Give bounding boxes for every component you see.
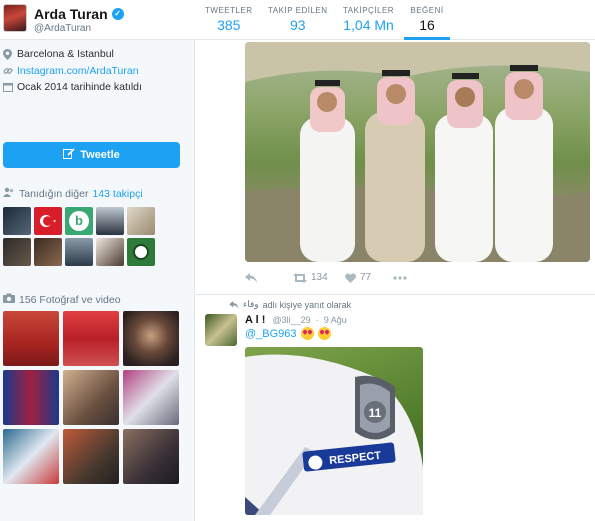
tweet-actions: 134 77	[245, 272, 407, 283]
stat-likes-label: BEĞENİ	[410, 6, 444, 15]
calendar-icon	[3, 82, 13, 92]
tweet-photo[interactable]	[245, 42, 590, 262]
follower-avatar[interactable]	[34, 238, 62, 266]
profile-name-text: Arda Turan	[34, 6, 108, 22]
patch-number: 11	[369, 406, 382, 420]
reply-icon	[245, 272, 257, 283]
followers-prefix-text: Tanıdığın diğer	[19, 187, 89, 200]
profile-name[interactable]: Arda Turan ✓	[34, 6, 124, 22]
profile-avatar[interactable]	[3, 4, 27, 32]
tweet-divider	[195, 294, 595, 295]
follower-avatar[interactable]	[65, 238, 93, 266]
stat-following-label: TAKİP EDİLEN	[268, 6, 328, 15]
stat-followers-label: TAKİPÇİLER	[343, 6, 395, 15]
bio-website-link[interactable]: Instagram.com/ArdaTuran	[17, 65, 139, 77]
profile-sidebar: Barcelona & Istanbul Instagram.com/ArdaT…	[0, 40, 193, 521]
follower-avatar[interactable]: b	[65, 207, 93, 235]
camera-icon	[3, 293, 15, 306]
link-icon	[3, 66, 13, 76]
tweet-button-label: Tweetle	[80, 149, 120, 161]
media-thumbnail[interactable]	[3, 370, 59, 425]
media-thumbnail[interactable]	[3, 311, 59, 366]
retweet-button[interactable]: 134	[293, 272, 345, 283]
retweet-icon	[293, 272, 307, 283]
follower-avatar[interactable]	[96, 238, 124, 266]
jersey-patch-illustration: 11 RESPECT	[245, 354, 423, 515]
like-count: 77	[360, 272, 372, 283]
follower-avatar[interactable]	[3, 207, 31, 235]
stat-following-value: 93	[289, 17, 306, 33]
verified-badge-icon: ✓	[111, 8, 124, 20]
reply-context-user[interactable]: وفاء	[243, 299, 259, 310]
media-thumbnail-grid	[3, 311, 183, 484]
tweet-author-header: A l ! @3li__29 · 9 Ağu	[245, 314, 347, 326]
followers-you-know-header[interactable]: Tanıdığın diğer 143 takipçi	[3, 187, 143, 200]
stat-tweets-label: TWEETLER	[205, 6, 253, 15]
reply-context-text: adlı kişiye yanıt olarak	[262, 299, 352, 310]
bio-joined-text: Ocak 2014 tarihinde katıldı	[17, 81, 142, 93]
heart-eyes-emoji-icon	[317, 327, 331, 340]
followers-count-link[interactable]: 143 takipçi	[92, 188, 142, 200]
heart-eyes-emoji-icon	[300, 327, 314, 340]
retweet-count: 134	[311, 272, 328, 283]
more-options-button[interactable]	[393, 275, 407, 280]
tweet-author-name[interactable]: A l !	[245, 314, 265, 326]
stat-followers[interactable]: TAKİPÇİLER 1,04 Mn	[343, 6, 394, 33]
follower-avatar[interactable]	[127, 207, 155, 235]
bio-website: Instagram.com/ArdaTuran	[3, 65, 139, 77]
profile-handle: @ArdaTuran	[34, 23, 92, 34]
location-pin-icon	[3, 49, 12, 60]
timeline: 134 77 وفاء adlı kişiye yanıt olarak A l…	[194, 40, 595, 521]
media-thumbnail[interactable]	[3, 429, 59, 484]
tweet-text: @_BG963	[245, 327, 331, 340]
media-thumbnail[interactable]	[63, 311, 119, 366]
follower-avatar-grid: b	[3, 207, 183, 266]
tweet-author-handle[interactable]: @3li__29	[272, 315, 310, 325]
stat-tweets-value: 385	[217, 17, 241, 33]
like-button[interactable]: 77	[345, 272, 393, 283]
media-thumbnail[interactable]	[63, 429, 119, 484]
group-photo-illustration	[245, 42, 590, 262]
reply-context: وفاء adlı kişiye yanıt olarak	[229, 299, 351, 310]
bio-location-text: Barcelona & Istanbul	[17, 48, 114, 60]
media-thumbnail[interactable]	[123, 370, 179, 425]
media-section-header[interactable]: 156 Fotoğraf ve video	[3, 293, 121, 306]
follower-avatar[interactable]	[127, 238, 155, 266]
follower-avatar[interactable]	[34, 207, 62, 235]
bio-joined: Ocak 2014 tarihinde katıldı	[3, 81, 142, 93]
stat-tweets[interactable]: TWEETLER 385	[205, 6, 253, 33]
reply-context-icon	[229, 300, 239, 309]
tweet-author-avatar[interactable]	[205, 314, 237, 346]
more-dots-icon	[393, 275, 407, 280]
tweet-button[interactable]: Tweetle	[3, 142, 180, 168]
tweet-date-separator: ·	[315, 315, 319, 325]
media-thumbnail[interactable]	[63, 370, 119, 425]
tweet-photo-2[interactable]: 11 RESPECT	[245, 347, 423, 515]
follower-avatar[interactable]	[3, 238, 31, 266]
people-icon	[3, 187, 15, 200]
compose-icon	[63, 148, 75, 162]
profile-nav-bar: Arda Turan ✓ @ArdaTuran TWEETLER 385 TAK…	[0, 0, 595, 40]
stat-followers-value: 1,04 Mn	[343, 17, 394, 33]
follower-avatar[interactable]	[96, 207, 124, 235]
media-section-label: 156 Fotoğraf ve video	[19, 293, 121, 306]
stat-likes[interactable]: BEĞENİ 16	[404, 6, 450, 40]
stat-following[interactable]: TAKİP EDİLEN 93	[268, 6, 328, 33]
tweet-date[interactable]: 9 Ağu	[324, 315, 347, 325]
tweet-mention-link[interactable]: @_BG963	[245, 328, 297, 340]
media-thumbnail[interactable]	[123, 429, 179, 484]
reply-button[interactable]	[245, 272, 293, 283]
heart-icon	[345, 272, 356, 283]
stat-likes-value: 16	[419, 17, 435, 33]
bio-location: Barcelona & Istanbul	[3, 48, 114, 60]
media-thumbnail[interactable]	[123, 311, 179, 366]
